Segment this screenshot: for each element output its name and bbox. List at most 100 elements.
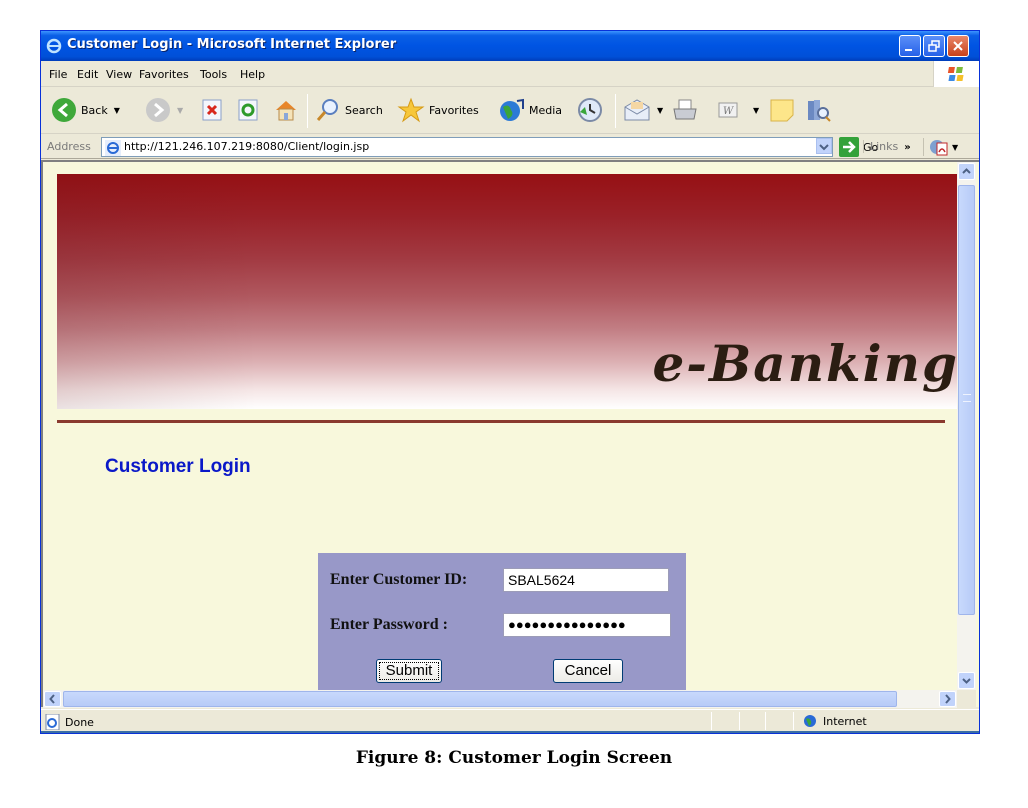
header-divider xyxy=(57,420,945,423)
password-input[interactable]: ●●●●●●●●●●●●●●● xyxy=(503,613,671,637)
back-arrow-icon xyxy=(52,98,76,122)
favorites-label: Favorites xyxy=(429,103,479,117)
submit-button[interactable]: Submit xyxy=(376,659,442,683)
menu-file[interactable]: File xyxy=(49,68,67,81)
restore-button[interactable] xyxy=(923,35,945,57)
vertical-scrollbar[interactable] xyxy=(957,162,976,690)
media-button[interactable]: Media xyxy=(497,96,562,124)
status-divider xyxy=(711,712,712,730)
edit-dropdown-icon[interactable]: ▼ xyxy=(753,106,759,115)
history-icon xyxy=(578,98,602,122)
refresh-icon xyxy=(238,99,258,121)
links-button[interactable]: Links » xyxy=(863,140,911,153)
status-text: Done xyxy=(65,715,94,729)
menu-bar: File Edit View Favorites Tools Help xyxy=(41,61,979,87)
research-button[interactable] xyxy=(805,96,833,124)
menu-favorites[interactable]: Favorites xyxy=(139,68,189,81)
refresh-button[interactable] xyxy=(237,96,259,124)
menu-tools[interactable]: Tools xyxy=(200,68,227,81)
forward-dropdown-icon[interactable]: ▼ xyxy=(177,106,183,115)
page-ie-icon xyxy=(105,140,121,156)
search-icon xyxy=(316,99,338,121)
chevron-down-icon xyxy=(819,144,829,151)
home-button[interactable] xyxy=(273,96,299,124)
page-title: Customer Login xyxy=(105,456,251,477)
research-icon xyxy=(808,100,831,122)
menu-edit[interactable]: Edit xyxy=(77,68,98,81)
pdf-button[interactable]: ▼ xyxy=(923,138,958,156)
ebanking-banner: e-Banking xyxy=(57,174,959,409)
go-arrow-icon xyxy=(839,137,859,157)
vertical-scroll-thumb[interactable] xyxy=(958,185,975,615)
scroll-grip-icon xyxy=(963,394,971,402)
cancel-button[interactable]: Cancel xyxy=(553,659,623,683)
print-icon xyxy=(673,99,697,120)
horizontal-scroll-thumb[interactable] xyxy=(63,691,897,707)
status-message: Done xyxy=(45,714,94,730)
zone-text: Internet xyxy=(823,714,867,728)
pdf-dropdown-icon[interactable]: ▼ xyxy=(952,143,958,152)
login-form: Enter Customer ID: SBAL5624 Enter Passwo… xyxy=(318,553,686,693)
restore-icon xyxy=(928,40,940,52)
security-zone[interactable]: Internet xyxy=(803,714,867,728)
links-label: Links xyxy=(870,140,899,153)
word-edit-icon: W xyxy=(718,102,738,118)
address-input[interactable]: http://121.246.107.219:8080/Client/login… xyxy=(101,137,833,157)
links-chevron-icon[interactable]: » xyxy=(904,142,910,153)
svg-text:W: W xyxy=(723,106,734,117)
menu-help[interactable]: Help xyxy=(240,68,265,81)
close-button[interactable] xyxy=(947,35,969,57)
minimize-button[interactable] xyxy=(899,35,921,57)
media-label: Media xyxy=(529,103,563,117)
stop-icon xyxy=(202,99,222,121)
scroll-up-button[interactable] xyxy=(958,163,975,180)
forward-button[interactable]: ▼ xyxy=(145,96,183,124)
customer-id-label: Enter Customer ID: xyxy=(330,571,468,588)
windows-logo-icon xyxy=(933,61,979,87)
minimize-icon xyxy=(905,49,912,51)
forward-arrow-icon xyxy=(146,98,170,122)
favorites-button[interactable]: Favorites xyxy=(397,96,479,124)
address-label: Address xyxy=(47,140,91,153)
address-dropdown-button[interactable] xyxy=(816,138,832,154)
mail-button[interactable]: ▼ xyxy=(623,96,663,124)
history-button[interactable] xyxy=(577,96,603,124)
address-bar: Address http://121.246.107.219:8080/Clie… xyxy=(41,135,979,159)
print-button[interactable] xyxy=(671,96,699,124)
toolbar-separator xyxy=(615,94,616,128)
title-bar[interactable]: Customer Login - Microsoft Internet Expl… xyxy=(41,31,979,61)
back-button[interactable]: Back ▼ xyxy=(51,96,120,124)
scroll-left-button[interactable] xyxy=(44,691,61,707)
status-divider xyxy=(765,712,766,730)
back-label: Back xyxy=(81,103,108,117)
page-viewport: e-Banking Customer Login Enter Customer … xyxy=(41,160,979,707)
page-done-icon xyxy=(45,714,60,730)
mail-dropdown-icon[interactable]: ▼ xyxy=(657,106,663,115)
scroll-right-button[interactable] xyxy=(939,691,956,707)
edit-button[interactable]: W ▼ xyxy=(717,96,759,124)
search-button[interactable]: Search xyxy=(315,96,383,124)
scrollbar-corner xyxy=(957,690,976,708)
discuss-button[interactable] xyxy=(769,96,795,124)
menu-view[interactable]: View xyxy=(106,68,132,81)
back-dropdown-icon[interactable]: ▼ xyxy=(114,106,120,115)
status-divider xyxy=(793,712,794,730)
scroll-down-button[interactable] xyxy=(958,672,975,689)
favorites-star-icon xyxy=(397,97,425,123)
home-icon xyxy=(276,101,296,121)
media-globe-icon xyxy=(500,98,524,121)
search-label: Search xyxy=(345,103,383,117)
mail-icon xyxy=(624,99,650,121)
horizontal-scrollbar[interactable] xyxy=(43,690,957,708)
chevron-up-icon xyxy=(962,168,971,174)
status-bar: Done Internet xyxy=(41,709,979,733)
toolbar: Back ▼ ▼ Search Favorites Media ▼ W ▼ xyxy=(41,88,979,134)
figure-caption: Figure 8: Customer Login Screen xyxy=(355,748,673,768)
customer-id-input[interactable]: SBAL5624 xyxy=(503,568,669,592)
close-icon xyxy=(953,41,963,51)
status-divider xyxy=(739,712,740,730)
stop-button[interactable] xyxy=(201,96,223,124)
chevron-down-icon xyxy=(962,678,971,684)
banner-title: e-Banking xyxy=(652,334,959,393)
chevron-left-icon xyxy=(49,694,55,704)
